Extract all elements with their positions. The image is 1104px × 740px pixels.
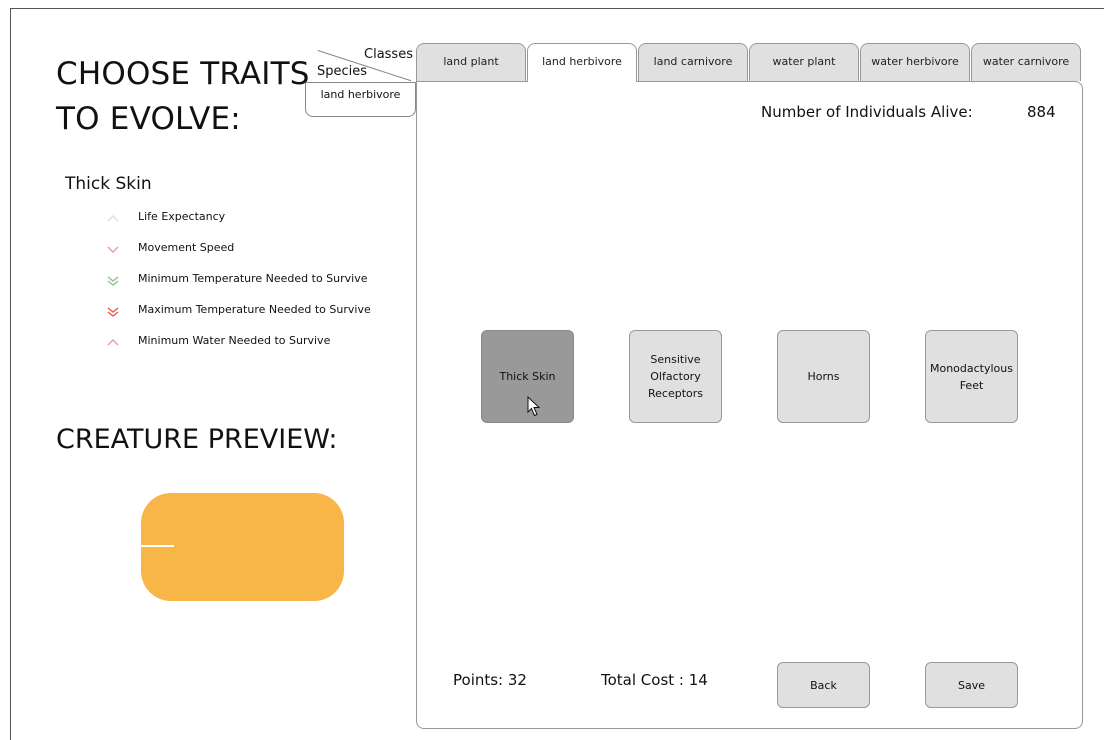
save-button[interactable]: Save bbox=[925, 662, 1018, 708]
creature-preview-body bbox=[141, 493, 344, 601]
species-selector[interactable]: land herbivore bbox=[305, 82, 416, 117]
chevron-up-icon bbox=[104, 334, 138, 347]
effect-label: Minimum Water Needed to Survive bbox=[138, 334, 331, 347]
total-cost-label: Total Cost : 14 bbox=[601, 671, 708, 689]
effect-label: Life Expectancy bbox=[138, 210, 226, 223]
chevron-up-icon bbox=[104, 210, 138, 223]
page-title: CHOOSE TRAITS TO EVOLVE: bbox=[56, 52, 310, 142]
page-title-line2: TO EVOLVE: bbox=[56, 101, 241, 137]
trait-button-sensitive-olfactory-receptors[interactable]: Sensitive Olfactory Receptors bbox=[629, 330, 722, 423]
page-title-line1: CHOOSE TRAITS bbox=[56, 56, 310, 92]
selected-trait-name: Thick Skin bbox=[65, 174, 152, 194]
effect-label: Maximum Temperature Needed to Survive bbox=[138, 303, 371, 316]
effect-label: Minimum Temperature Needed to Survive bbox=[138, 272, 368, 285]
class-tabs: land plant land herbivore land carnivore… bbox=[416, 43, 1082, 82]
effect-label: Movement Speed bbox=[138, 241, 235, 254]
tab-water-plant[interactable]: water plant bbox=[749, 43, 859, 81]
species-label: Species bbox=[317, 64, 368, 79]
double-chevron-down-icon bbox=[104, 303, 138, 318]
mouse-cursor-icon bbox=[527, 395, 541, 422]
creature-mouth bbox=[141, 545, 174, 547]
effect-item: Movement Speed bbox=[104, 241, 371, 272]
effect-item: Minimum Water Needed to Survive bbox=[104, 334, 371, 365]
chevron-down-icon bbox=[104, 241, 138, 254]
trait-button-horns[interactable]: Horns bbox=[777, 330, 870, 423]
individuals-alive-label: Number of Individuals Alive: bbox=[761, 103, 973, 121]
tab-water-carnivore[interactable]: water carnivore bbox=[971, 43, 1081, 81]
points-label: Points: 32 bbox=[453, 671, 527, 689]
effect-item: Life Expectancy bbox=[104, 210, 371, 241]
trait-effects-list: Life Expectancy Movement Speed Minimum T… bbox=[104, 210, 371, 365]
individuals-alive-count: 884 bbox=[1027, 103, 1056, 121]
back-button[interactable]: Back bbox=[777, 662, 870, 708]
effect-item: Minimum Temperature Needed to Survive bbox=[104, 272, 371, 303]
tab-water-herbivore[interactable]: water herbivore bbox=[860, 43, 970, 81]
classes-label: Classes bbox=[364, 47, 413, 62]
effect-item: Maximum Temperature Needed to Survive bbox=[104, 303, 371, 334]
creature-preview-title: CREATURE PREVIEW: bbox=[56, 424, 338, 455]
trait-button-monodactylous-feet[interactable]: Monodactylous Feet bbox=[925, 330, 1018, 423]
double-chevron-down-icon bbox=[104, 272, 138, 287]
tab-land-plant[interactable]: land plant bbox=[416, 43, 526, 81]
tab-land-carnivore[interactable]: land carnivore bbox=[638, 43, 748, 81]
tab-land-herbivore[interactable]: land herbivore bbox=[527, 43, 637, 82]
